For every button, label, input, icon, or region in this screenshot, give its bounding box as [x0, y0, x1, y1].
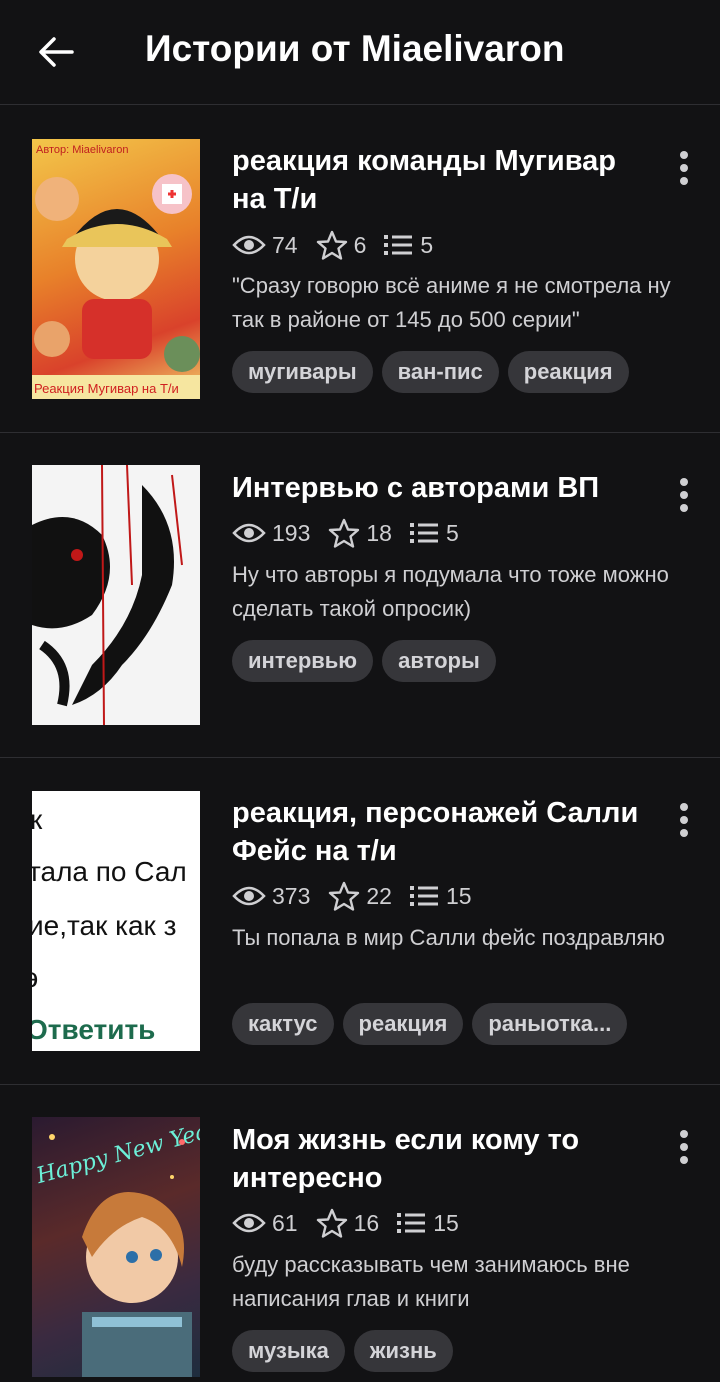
chapters-count: 5	[445, 519, 459, 546]
eye-icon	[232, 886, 266, 906]
cover-text-line: Ответить	[32, 1014, 155, 1045]
star-icon	[329, 518, 360, 548]
tag-list: интервью авторы	[232, 640, 505, 682]
story-description: Ты попала в мир Салли фейс поздравляю	[232, 925, 665, 950]
tag-chip[interactable]: авторы	[382, 640, 496, 682]
story-stats: 373 22 15	[232, 881, 490, 911]
story-menu-button[interactable]	[664, 800, 704, 840]
tag-chip[interactable]: раныотка...	[472, 1003, 628, 1045]
story-stats: 61 16 15	[232, 1208, 477, 1238]
story-description: "Сразу говорю всё аниме я не смотрела ну…	[232, 273, 671, 332]
cover-author-text: Автор: Miaelivaron	[36, 144, 128, 156]
stars-stat: 16	[316, 1208, 380, 1238]
cover-text-line: э	[32, 962, 38, 993]
chapters-count: 15	[433, 1209, 459, 1236]
back-button[interactable]	[30, 26, 82, 78]
story-cover[interactable]: Автор: Miaelivaron Реакция Мугивар на Т/…	[32, 139, 200, 399]
tag-chip[interactable]: мугивары	[232, 351, 373, 393]
stars-count: 16	[353, 1209, 380, 1236]
story-card[interactable]: Автор: Miaelivaron Реакция Мугивар на Т/…	[0, 106, 720, 433]
tag-chip[interactable]: кактус	[232, 1003, 334, 1045]
eye-icon	[232, 523, 266, 543]
story-card[interactable]: Интервью с авторами ВП 193 18 5 Ну что а…	[0, 433, 720, 758]
story-card[interactable]: Happy New Year! Моя жизнь если кому то и…	[0, 1085, 720, 1382]
top-app-bar: Истории от Miaelivaron	[0, 0, 720, 105]
story-cover[interactable]: Happy New Year!	[32, 1117, 200, 1377]
star-icon	[316, 230, 347, 260]
list-icon	[409, 886, 438, 906]
views-stat: 74	[232, 232, 298, 259]
story-stats: 74 6 5	[232, 230, 451, 260]
tag-chip[interactable]: музыка	[232, 1330, 345, 1372]
stars-stat: 22	[328, 881, 392, 911]
tag-chip[interactable]: интервью	[232, 640, 374, 682]
cover-text-line: к	[32, 804, 43, 835]
views-stat: 61	[232, 1210, 298, 1237]
cover-image	[32, 465, 183, 725]
story-description: Ну что авторы я подумала что тоже можно …	[232, 562, 669, 621]
views-count: 74	[272, 231, 298, 258]
page-title: Истории от Miaelivaron	[145, 28, 565, 69]
more-vertical-icon	[680, 478, 688, 512]
views-count: 373	[272, 882, 311, 909]
story-cover[interactable]	[32, 465, 200, 725]
tag-chip[interactable]: жизнь	[353, 1330, 453, 1372]
chapters-stat: 5	[384, 232, 433, 259]
stars-stat: 6	[316, 230, 367, 260]
story-title[interactable]: Моя жизнь если кому то интересно	[232, 1121, 652, 1197]
tag-list: кактус реакция раныотка...	[232, 1003, 636, 1045]
stars-count: 22	[366, 882, 392, 909]
more-vertical-icon	[680, 803, 688, 837]
views-count: 193	[272, 519, 311, 546]
story-card[interactable]: к тала по Сал ие,так как з э Ответить ре…	[0, 758, 720, 1085]
cover-image: Автор: Miaelivaron Реакция Мугивар на Т/…	[32, 144, 200, 399]
views-count: 61	[272, 1209, 298, 1236]
star-icon	[329, 881, 360, 911]
chapters-count: 15	[445, 882, 472, 909]
chapters-stat: 15	[397, 1210, 459, 1237]
chapters-stat: 15	[409, 882, 472, 910]
cover-image: Happy New Year!	[33, 1117, 200, 1377]
tag-chip[interactable]: реакция	[507, 351, 629, 393]
story-description: буду рассказывать чем занимаюсь вне напи…	[232, 1252, 630, 1311]
chapters-count: 5	[420, 231, 434, 258]
tag-chip[interactable]: ван-пис	[381, 351, 499, 393]
arrow-left-icon	[39, 37, 74, 67]
story-menu-button[interactable]	[664, 148, 704, 188]
story-title[interactable]: реакция команды Мугивар на Т/и	[232, 142, 652, 218]
story-title[interactable]: реакция, персонажей Салли Фейс на т/и	[232, 794, 652, 870]
story-stats: 193 18 5	[232, 518, 477, 548]
tag-list: музыка жизнь	[232, 1330, 462, 1372]
views-stat: 193	[232, 520, 310, 547]
star-icon	[316, 1208, 347, 1238]
eye-icon	[232, 1213, 266, 1233]
stars-count: 18	[366, 519, 392, 546]
tag-list: мугивары ван-пис реакция	[232, 351, 638, 393]
story-menu-button[interactable]	[664, 475, 704, 515]
list-icon	[397, 1213, 426, 1233]
cover-text-line: ие,так как з	[32, 910, 176, 941]
views-stat: 373	[232, 883, 310, 910]
eye-icon	[232, 235, 266, 255]
chapters-stat: 5	[409, 519, 459, 547]
stars-count: 6	[353, 231, 367, 258]
cover-text-line: тала по Сал	[32, 856, 187, 887]
story-title[interactable]: Интервью с авторами ВП	[232, 469, 652, 507]
story-cover[interactable]: к тала по Сал ие,так как з э Ответить	[32, 791, 200, 1051]
cover-greeting-text: Happy New Year!	[33, 1117, 200, 1189]
cover-image: к тала по Сал ие,так как з э Ответить	[32, 804, 187, 1045]
list-icon	[409, 523, 438, 543]
tag-chip[interactable]: реакция	[342, 1003, 464, 1045]
more-vertical-icon	[680, 1130, 688, 1164]
more-vertical-icon	[680, 151, 688, 185]
stars-stat: 18	[328, 518, 392, 548]
story-menu-button[interactable]	[664, 1127, 704, 1167]
cover-title-text: Реакция Мугивар на Т/и	[34, 381, 179, 396]
list-icon	[384, 235, 413, 255]
